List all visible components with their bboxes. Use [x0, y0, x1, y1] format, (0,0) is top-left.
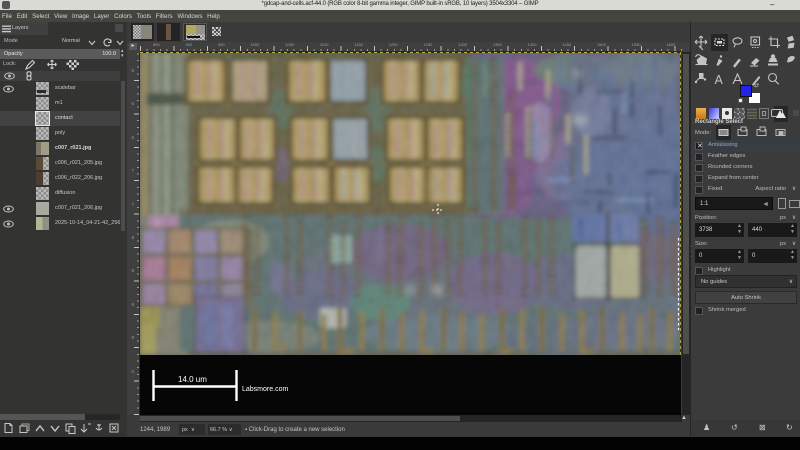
svg-text:A: A [715, 73, 724, 87]
svg-text:Labsmore.com: Labsmore.com [242, 386, 288, 393]
svg-text:14.0 um: 14.0 um [178, 375, 207, 384]
